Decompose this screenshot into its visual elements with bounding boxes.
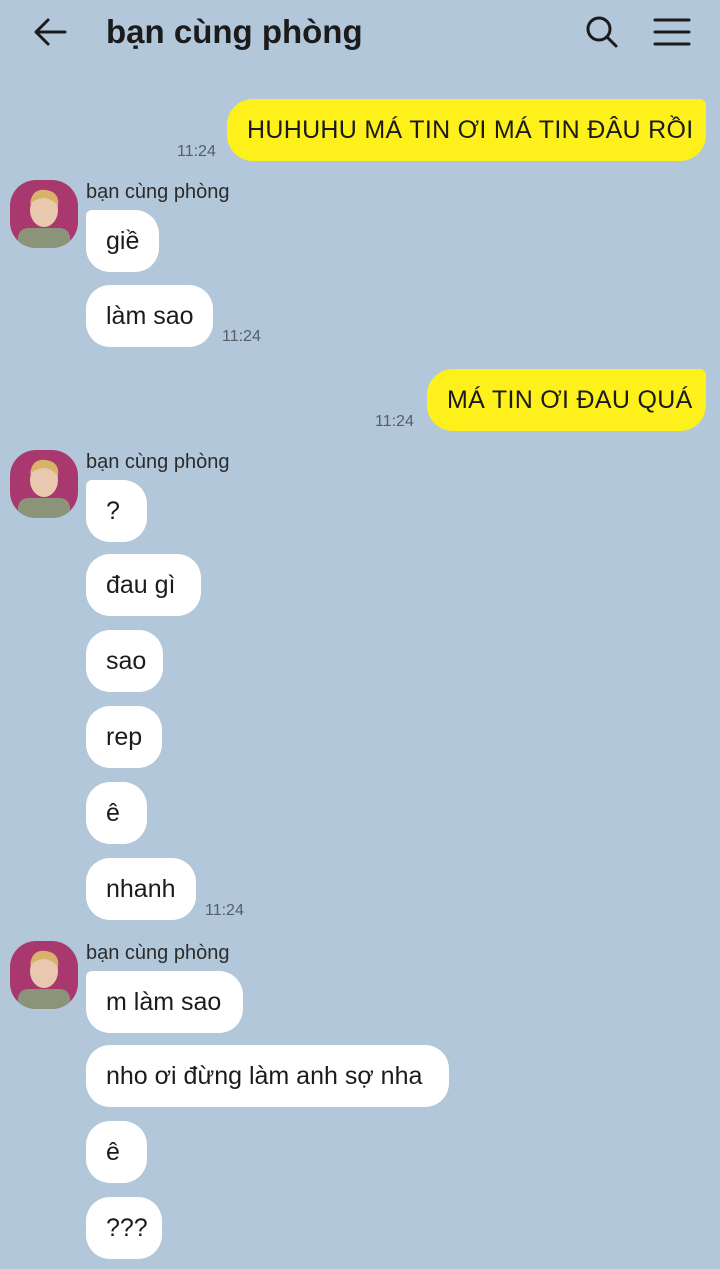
search-button[interactable] xyxy=(582,12,622,52)
outgoing-message-bubble[interactable]: MÁ TIN ƠI ĐAU QUÁ xyxy=(427,369,706,431)
incoming-message-bubble[interactable]: ê xyxy=(86,782,147,844)
avatar[interactable] xyxy=(10,941,78,1009)
incoming-message-bubble[interactable]: ê xyxy=(86,1121,147,1183)
incoming-message-bubble[interactable]: làm sao xyxy=(86,285,213,347)
incoming-message-bubble[interactable]: rep xyxy=(86,706,162,768)
menu-icon xyxy=(653,18,691,46)
menu-button[interactable] xyxy=(650,12,694,52)
chat-title: bạn cùng phòng xyxy=(106,13,363,50)
sender-name: bạn cùng phòng xyxy=(86,451,230,473)
message-time: 11:24 xyxy=(222,328,261,345)
message-time: 11:24 xyxy=(177,143,216,160)
arrow-left-icon xyxy=(34,18,67,46)
back-button[interactable] xyxy=(30,12,70,52)
incoming-message-bubble[interactable]: đau gì xyxy=(86,554,201,616)
incoming-message-bubble[interactable]: ??? xyxy=(86,1197,162,1259)
incoming-message-bubble[interactable]: nhanh xyxy=(86,858,196,920)
message-time: 11:24 xyxy=(375,413,414,430)
incoming-message-bubble[interactable]: m làm sao xyxy=(86,971,243,1033)
incoming-message-bubble[interactable]: ? xyxy=(86,480,147,542)
sender-name: bạn cùng phòng xyxy=(86,942,230,964)
avatar[interactable] xyxy=(10,180,78,248)
search-icon xyxy=(586,16,618,48)
chat-header: bạn cùng phòng xyxy=(0,0,720,64)
message-time: 11:24 xyxy=(205,902,244,919)
incoming-message-bubble[interactable]: giề xyxy=(86,210,159,272)
outgoing-message-bubble[interactable]: HUHUHU MÁ TIN ƠI MÁ TIN ĐÂU RỒI xyxy=(227,99,706,161)
incoming-message-bubble[interactable]: nho ơi đừng làm anh sợ nha xyxy=(86,1045,449,1107)
incoming-message-bubble[interactable]: sao xyxy=(86,630,163,692)
avatar[interactable] xyxy=(10,450,78,518)
sender-name: bạn cùng phòng xyxy=(86,181,230,203)
